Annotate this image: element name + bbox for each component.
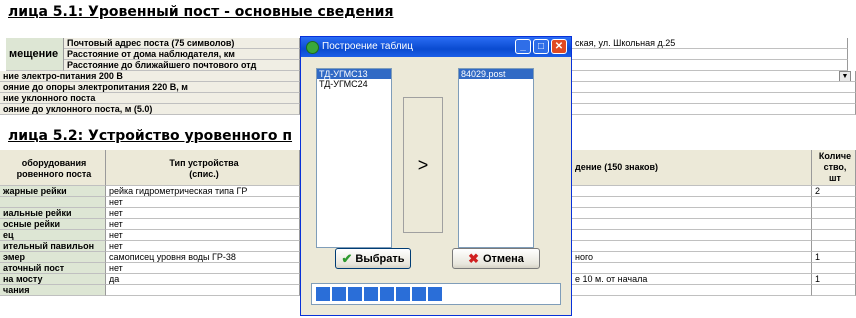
checkmark-icon: ✔: [341, 250, 353, 266]
count-cell[interactable]: [812, 197, 856, 208]
column-header: Тип устройства (спис.): [106, 150, 300, 186]
description-cell[interactable]: [572, 186, 812, 197]
type-cell[interactable]: да: [106, 274, 300, 285]
section2-heading: лица 5.2: Устройство уровенного п: [8, 128, 293, 144]
type-cell[interactable]: нет: [106, 263, 300, 274]
column-header: оборудования ровенного поста: [0, 150, 106, 186]
equipment-label: чания: [0, 285, 106, 296]
progress-block: [412, 287, 426, 301]
row-label: Расстояние до ближайшего почтового отд: [64, 60, 300, 71]
distance-field[interactable]: [572, 82, 856, 93]
description-cell[interactable]: [572, 197, 812, 208]
dialog-titlebar[interactable]: Построение таблиц _ □ ✕: [301, 37, 571, 57]
count-cell[interactable]: [812, 219, 856, 230]
dialog-title: Построение таблиц: [322, 41, 413, 52]
select-button-label: Выбрать: [355, 252, 405, 265]
section1-heading: лица 5.1: Уровенный пост - основные свед…: [8, 4, 394, 20]
row-label: ние электро-питания 200 В: [0, 71, 300, 82]
count-cell[interactable]: [812, 208, 856, 219]
app-icon: [306, 41, 319, 54]
source-list[interactable]: ТД-УГМС13 ТД-УГМС24: [316, 68, 392, 248]
power-select[interactable]: ▼: [572, 71, 856, 82]
description-cell[interactable]: [572, 230, 812, 241]
progress-block: [428, 287, 442, 301]
minimize-icon[interactable]: _: [515, 39, 531, 54]
list-item[interactable]: 84029.post: [459, 69, 533, 79]
count-cell[interactable]: [812, 263, 856, 274]
count-cell[interactable]: 1: [812, 274, 856, 285]
type-cell[interactable]: нет: [106, 219, 300, 230]
equipment-label: иальные рейки: [0, 208, 106, 219]
row-label: Расстояние от дома наблюдателя, км: [64, 49, 300, 60]
count-cell[interactable]: [812, 241, 856, 252]
group-label: мещение: [6, 38, 64, 71]
description-cell[interactable]: ного: [572, 252, 812, 263]
progress-block: [332, 287, 346, 301]
maximize-icon[interactable]: □: [533, 39, 549, 54]
description-cell[interactable]: [572, 208, 812, 219]
count-cell[interactable]: [812, 230, 856, 241]
progress-block: [364, 287, 378, 301]
target-list[interactable]: 84029.post: [458, 68, 534, 248]
cancel-button-label: Отмена: [482, 252, 524, 265]
type-cell[interactable]: рейка гидрометрическая типа ГР: [106, 186, 300, 197]
distance-field[interactable]: [572, 104, 856, 115]
progress-block: [396, 287, 410, 301]
description-cell[interactable]: [572, 285, 812, 296]
progress-block: [348, 287, 362, 301]
count-cell[interactable]: 1: [812, 252, 856, 263]
select-button[interactable]: ✔ Выбрать: [335, 248, 411, 269]
equipment-label: ец: [0, 230, 106, 241]
column-header: Количе ство, шт: [812, 150, 856, 186]
type-cell[interactable]: самописец уровня воды ГР-38: [106, 252, 300, 263]
type-cell[interactable]: [106, 285, 300, 296]
equipment-label: осные рейки: [0, 219, 106, 230]
build-tables-dialog: Построение таблиц _ □ ✕ ТД-УГМС13 ТД-УГМ…: [300, 36, 572, 316]
progress-block: [380, 287, 394, 301]
equipment-label: ительный павильон: [0, 241, 106, 252]
column-header: дение (150 знаков): [572, 150, 812, 186]
progress-bar: [311, 283, 561, 305]
equipment-label: аточный пост: [0, 263, 106, 274]
description-cell[interactable]: [572, 219, 812, 230]
move-right-button[interactable]: >: [403, 97, 443, 233]
incline-post-field[interactable]: [572, 93, 856, 104]
count-cell[interactable]: 2: [812, 186, 856, 197]
equipment-label: на мосту: [0, 274, 106, 285]
row-label: Почтовый адрес поста (75 символов): [64, 38, 300, 49]
type-cell[interactable]: нет: [106, 230, 300, 241]
distance-post-field[interactable]: [572, 60, 848, 71]
distance-field[interactable]: [572, 49, 848, 60]
cancel-button[interactable]: ✖ Отмена: [452, 248, 540, 269]
equipment-label: [0, 197, 106, 208]
description-cell[interactable]: [572, 241, 812, 252]
description-cell[interactable]: е 10 м. от начала: [572, 274, 812, 285]
chevron-down-icon[interactable]: ▼: [839, 71, 851, 81]
row-label: ние уклонного поста: [0, 93, 300, 104]
close-icon[interactable]: ✕: [551, 39, 567, 54]
row-label: ояние до опоры электропитания 220 В, м: [0, 82, 300, 93]
list-item[interactable]: ТД-УГМС13: [317, 69, 391, 79]
description-cell[interactable]: [572, 263, 812, 274]
list-item[interactable]: ТД-УГМС24: [317, 79, 391, 89]
type-cell[interactable]: нет: [106, 197, 300, 208]
progress-block: [316, 287, 330, 301]
equipment-label: эмер: [0, 252, 106, 263]
type-cell[interactable]: нет: [106, 208, 300, 219]
count-cell[interactable]: [812, 285, 856, 296]
row-label: ояние до уклонного поста, м (5.0): [0, 104, 300, 115]
postal-address-field[interactable]: ская, ул. Школьная д.25: [572, 38, 848, 49]
type-cell[interactable]: нет: [106, 241, 300, 252]
equipment-label: жарные рейки: [0, 186, 106, 197]
cross-icon: ✖: [468, 250, 479, 266]
